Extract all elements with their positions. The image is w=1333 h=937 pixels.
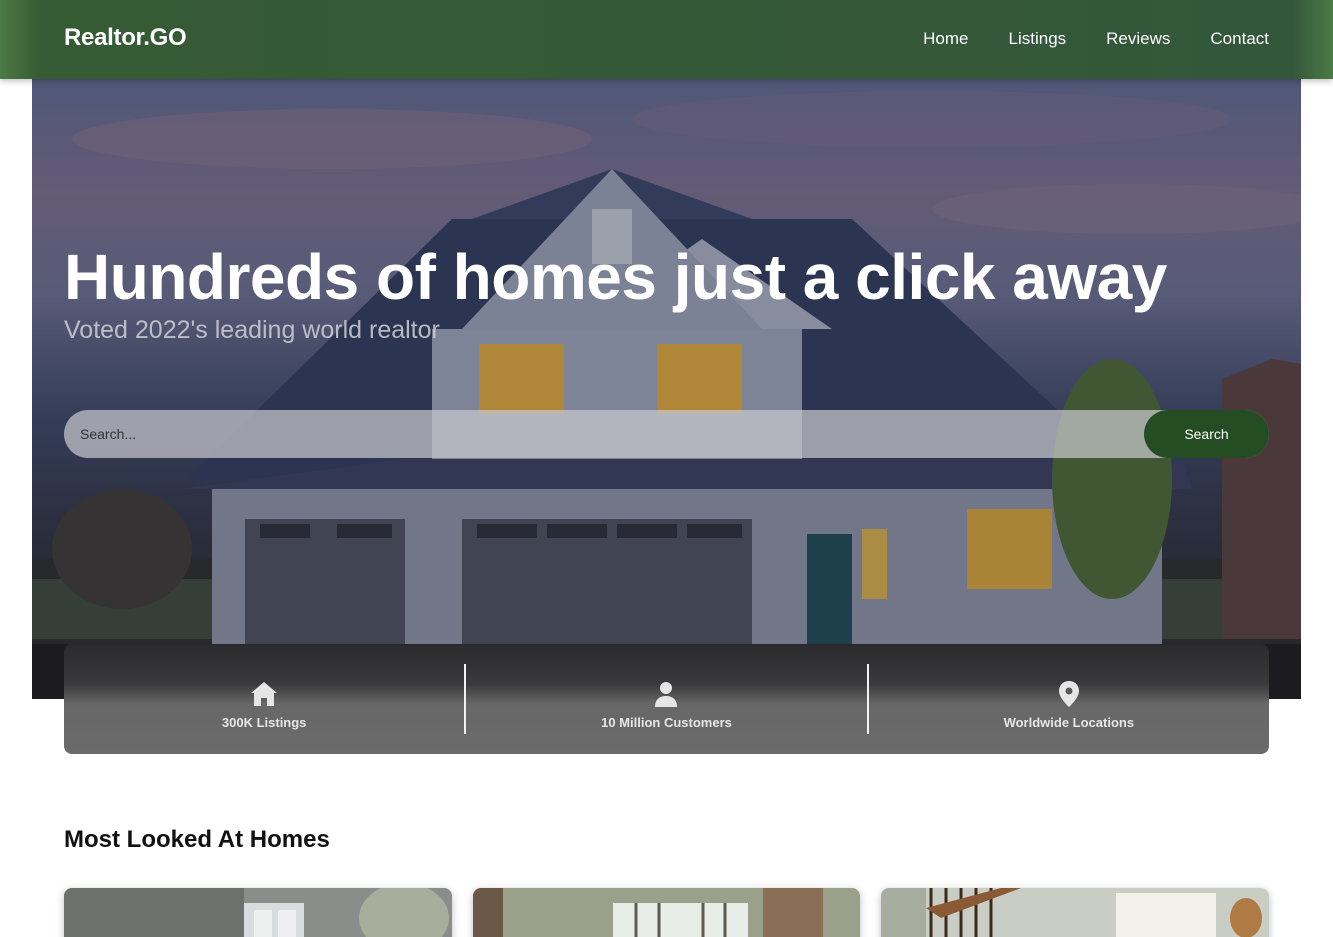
search-button[interactable]: Search — [1144, 410, 1269, 458]
hero-section — [32, 79, 1301, 699]
home-card[interactable] — [881, 888, 1270, 937]
dining-room-image — [472, 888, 861, 937]
home-card[interactable] — [64, 888, 452, 937]
navbar: Realtor.GO Home Listings Reviews Contact — [0, 0, 1333, 79]
stat-listings: 300K Listings — [64, 644, 464, 754]
nav-link-contact[interactable]: Contact — [1210, 29, 1269, 49]
nav-link-listings[interactable]: Listings — [1009, 29, 1067, 49]
search-bar: Search — [64, 410, 1269, 458]
stat-customers: 10 Million Customers — [466, 644, 866, 754]
home-cards — [64, 888, 1270, 937]
hero-overlay — [32, 79, 1301, 699]
brand-logo[interactable]: Realtor.GO — [64, 24, 187, 56]
staircase-hall-image — [881, 888, 1270, 937]
hero-subtitle: Voted 2022's leading world realtor — [64, 316, 440, 344]
home-icon — [251, 681, 278, 706]
map-pin-icon — [1058, 680, 1079, 707]
nav-link-home[interactable]: Home — [923, 29, 968, 49]
stat-label: 10 Million Customers — [601, 714, 732, 730]
living-room-image — [64, 888, 452, 937]
stat-label: 300K Listings — [221, 714, 307, 730]
stat-label: Worldwide Locations — [1003, 714, 1135, 730]
user-icon — [655, 681, 678, 707]
section-title: Most Looked At Homes — [64, 826, 330, 853]
search-input[interactable] — [64, 410, 1144, 458]
nav-links: Home Listings Reviews Contact — [923, 29, 1269, 49]
home-card[interactable] — [472, 888, 861, 937]
stats-bar: 300K Listings 10 Million Customers World… — [64, 644, 1269, 754]
hero-title: Hundreds of homes just a click away — [64, 241, 1167, 313]
nav-link-reviews[interactable]: Reviews — [1106, 29, 1170, 49]
stat-locations: Worldwide Locations — [869, 644, 1269, 754]
